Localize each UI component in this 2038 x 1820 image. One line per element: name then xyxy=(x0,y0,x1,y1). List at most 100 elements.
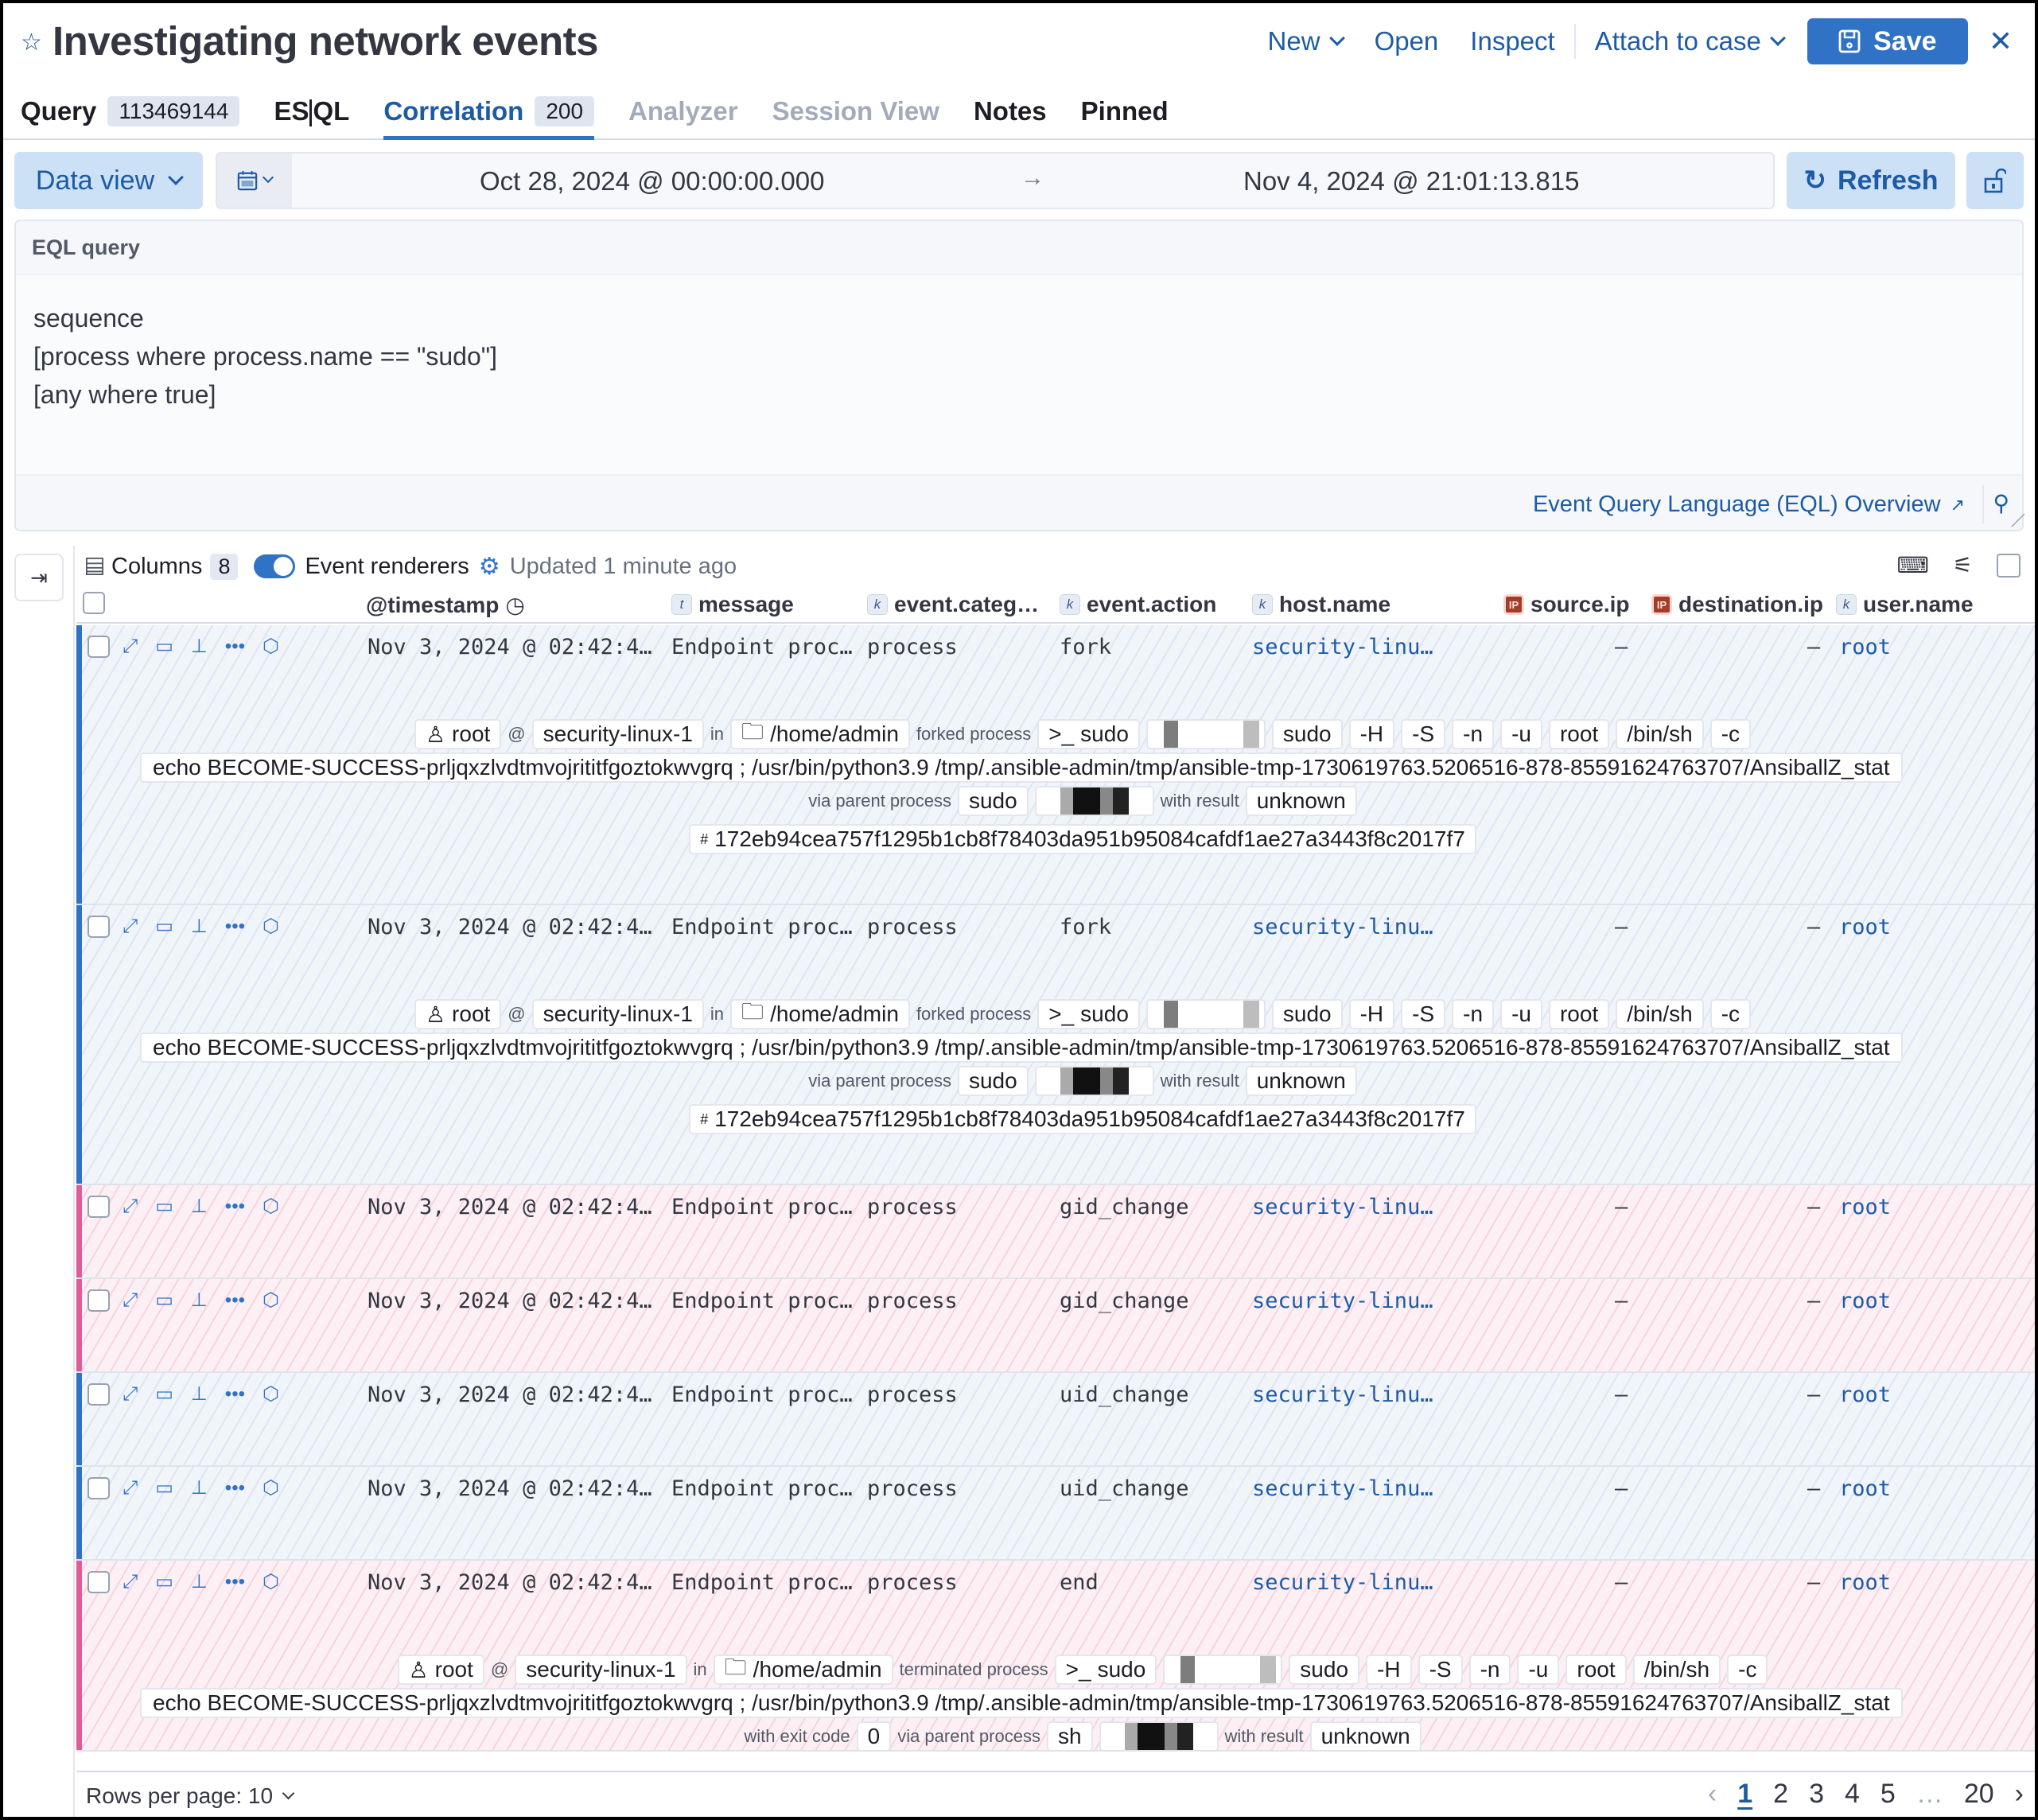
expand-icon[interactable]: ⤢ xyxy=(123,1196,138,1218)
hash-chip[interactable]: #172eb94cea757f1295b1cb8f78403da951b9508… xyxy=(689,824,1476,854)
cell-user-name[interactable]: root xyxy=(1839,915,1891,939)
refresh-button[interactable]: ↻ Refresh xyxy=(1787,152,1955,209)
user-chip[interactable]: ♙ root xyxy=(414,999,502,1029)
host-chip[interactable]: security-linux-1 xyxy=(515,1655,687,1685)
analyze-event-icon[interactable]: ⬡ xyxy=(263,1476,279,1499)
arg-chip[interactable]: sudo xyxy=(1271,999,1343,1029)
page-last[interactable]: 20 xyxy=(1964,1779,1994,1810)
pin-icon[interactable]: ⊥ xyxy=(191,915,208,938)
expand-icon[interactable]: ⤢ xyxy=(123,636,138,658)
new-button[interactable]: New xyxy=(1252,26,1359,56)
more-icon[interactable]: ••• xyxy=(225,916,245,938)
cell-host-name[interactable]: security-linu… xyxy=(1252,1289,1433,1313)
arg-chip[interactable]: /bin/sh xyxy=(1616,719,1704,749)
row-checkbox[interactable] xyxy=(88,1476,110,1499)
save-button[interactable]: Save xyxy=(1807,18,1968,64)
rows-per-page-select[interactable]: Rows per page: 10 xyxy=(86,1783,295,1809)
arg-chip[interactable]: -u xyxy=(1517,1655,1560,1685)
comment-icon[interactable]: ▭ xyxy=(155,1195,173,1218)
page-3[interactable]: 3 xyxy=(1809,1779,1824,1810)
open-button[interactable]: Open xyxy=(1359,26,1455,56)
keyboard-icon[interactable]: ⌨ xyxy=(1896,552,1928,578)
row-checkbox[interactable] xyxy=(88,1570,110,1593)
cell-host-name[interactable]: security-linu… xyxy=(1252,1382,1433,1407)
result-chip[interactable]: unknown xyxy=(1309,1721,1422,1750)
arg-chip[interactable]: root xyxy=(1565,1655,1627,1685)
arg-chip[interactable]: -c xyxy=(1727,1655,1768,1685)
end-date[interactable]: Nov 4, 2024 @ 21:01:13.815 xyxy=(1243,166,1579,196)
column-header-user-name[interactable]: k user.name xyxy=(1836,592,1974,617)
process-chip[interactable]: >_ sudo xyxy=(1037,719,1140,749)
arg-chip[interactable]: -n xyxy=(1452,999,1495,1029)
arg-chip[interactable]: -u xyxy=(1500,719,1542,749)
analyze-event-icon[interactable]: ⬡ xyxy=(263,1195,279,1218)
unlock-time-button[interactable] xyxy=(1966,152,2024,209)
user-chip[interactable]: ♙ root xyxy=(397,1655,484,1685)
arg-chip[interactable]: -n xyxy=(1468,1655,1511,1685)
arg-chip[interactable]: /bin/sh xyxy=(1632,1655,1721,1685)
attach-to-case-button[interactable]: Attach to case xyxy=(1579,26,1799,56)
process-chip[interactable]: >_ sudo xyxy=(1037,999,1140,1029)
working-directory-chip[interactable]: 🗀/home/admin xyxy=(730,719,910,749)
arg-chip[interactable]: -H xyxy=(1348,719,1395,749)
column-header-event-category[interactable]: k event.categ… xyxy=(867,592,1039,617)
column-header-host-name[interactable]: k host.name xyxy=(1252,592,1390,617)
row-checkbox[interactable] xyxy=(88,1289,110,1312)
more-icon[interactable]: ••• xyxy=(225,1477,245,1499)
more-icon[interactable]: ••• xyxy=(225,1383,245,1406)
tab-notes[interactable]: Notes xyxy=(974,83,1047,137)
arg-chip[interactable]: root xyxy=(1548,719,1610,749)
result-chip[interactable]: unknown xyxy=(1245,1066,1357,1096)
column-header-timestamp[interactable]: @timestamp ◷ xyxy=(366,592,525,618)
row-checkbox[interactable] xyxy=(88,635,110,658)
column-header-source-ip[interactable]: IP source.ip xyxy=(1503,592,1629,617)
cell-user-name[interactable]: root xyxy=(1839,635,1891,659)
arg-chip[interactable]: -u xyxy=(1500,999,1542,1029)
cell-host-name[interactable]: security-linu… xyxy=(1252,635,1433,659)
page-1[interactable]: 1 xyxy=(1737,1779,1752,1810)
page-2[interactable]: 2 xyxy=(1773,1779,1788,1810)
user-chip[interactable]: ♙ root xyxy=(414,719,502,749)
more-icon[interactable]: ••• xyxy=(225,1196,245,1218)
favorite-star-icon[interactable]: ☆ xyxy=(21,29,42,56)
eql-overview-link[interactable]: Event Query Language (EQL) Overview ↗ xyxy=(1533,492,1965,518)
tab-correlation[interactable]: Correlation 200 xyxy=(383,83,595,140)
tab-query[interactable]: Query 113469144 xyxy=(21,83,240,137)
inspect-button[interactable]: Inspect xyxy=(1454,26,1570,56)
expand-icon[interactable]: ⤢ xyxy=(123,1289,138,1312)
cell-user-name[interactable]: root xyxy=(1839,1382,1891,1407)
row-checkbox[interactable] xyxy=(88,1195,110,1218)
host-chip[interactable]: security-linux-1 xyxy=(531,999,704,1029)
arg-chip[interactable]: sudo xyxy=(1289,1655,1360,1685)
command-chip[interactable]: echo BECOME-SUCCESS-prljqxzlvdtmvojritit… xyxy=(140,1688,1903,1718)
gear-icon[interactable]: ⚙ xyxy=(479,553,500,581)
pin-icon[interactable]: ⊥ xyxy=(191,1570,208,1593)
cell-host-name[interactable]: security-linu… xyxy=(1252,1570,1433,1595)
column-header-destination-ip[interactable]: IP destination.ip xyxy=(1651,592,1823,617)
fullscreen-icon[interactable] xyxy=(1997,553,2020,578)
arg-chip[interactable]: -n xyxy=(1452,719,1495,749)
cell-host-name[interactable]: security-linu… xyxy=(1252,1476,1433,1501)
expand-icon[interactable]: ⤢ xyxy=(123,1383,138,1406)
comment-icon[interactable]: ▭ xyxy=(155,635,173,658)
pin-icon[interactable]: ⊥ xyxy=(191,1476,208,1499)
column-header-event-action[interactable]: k event.action xyxy=(1060,592,1216,617)
cell-user-name[interactable]: root xyxy=(1839,1476,1891,1501)
command-chip[interactable]: echo BECOME-SUCCESS-prljqxzlvdtmvojritit… xyxy=(140,1032,1903,1063)
expand-sidebar-button[interactable]: ⇥ xyxy=(14,554,64,601)
cell-host-name[interactable]: security-linu… xyxy=(1252,1195,1433,1219)
eql-query-input[interactable]: sequence [process where process.name == … xyxy=(16,274,2022,476)
expand-icon[interactable]: ⤢ xyxy=(123,916,138,938)
tab-esql[interactable]: ES QL xyxy=(274,83,349,137)
event-renderers-toggle[interactable] xyxy=(254,554,296,578)
arg-chip[interactable]: -S xyxy=(1418,1655,1463,1685)
page-4[interactable]: 4 xyxy=(1845,1779,1860,1810)
parent-process-chip[interactable]: sudo xyxy=(957,1066,1029,1096)
columns-button[interactable]: Columns 8 xyxy=(86,553,239,580)
working-directory-chip[interactable]: 🗀/home/admin xyxy=(730,999,910,1029)
analyze-event-icon[interactable]: ⬡ xyxy=(263,1382,279,1406)
analyze-event-icon[interactable]: ⬡ xyxy=(263,1289,279,1312)
more-icon[interactable]: ••• xyxy=(225,1289,245,1312)
next-page-icon[interactable]: › xyxy=(2015,1779,2024,1810)
host-chip[interactable]: security-linux-1 xyxy=(531,719,704,749)
